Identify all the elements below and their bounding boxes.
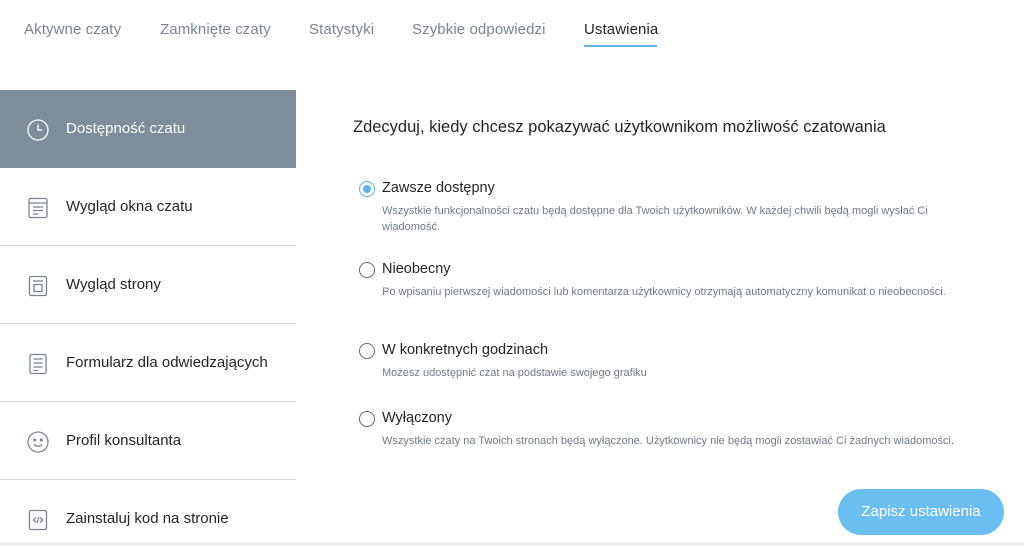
settings-content: Zdecyduj, kiedy chcesz pokazywać użytkow… xyxy=(297,90,1024,542)
settings-sidebar: Dostępność czatu Wygląd okna czatu Wyglą… xyxy=(0,90,296,558)
sidebar-item-label: Wygląd strony xyxy=(66,276,161,293)
option-description: Wszystkie funkcjonalności czatu będą dos… xyxy=(382,205,928,233)
option-label: Wyłączony xyxy=(382,410,452,426)
sidebar-item-chat-availability[interactable]: Dostępność czatu xyxy=(0,90,296,168)
radio-specific-hours[interactable] xyxy=(359,343,375,359)
option-label: Zawsze dostępny xyxy=(382,180,495,196)
sidebar-item-page-look[interactable]: Wygląd strony xyxy=(0,246,296,324)
sidebar-item-label: Wygląd okna czatu xyxy=(66,198,193,215)
sidebar-item-label: Profil konsultanta xyxy=(66,432,182,449)
option-label: Nieobecny xyxy=(382,261,451,277)
form-icon xyxy=(26,352,50,376)
top-navigation: Aktywne czaty Zamknięte czaty Statystyki… xyxy=(0,0,1024,90)
sidebar-item-visitor-form[interactable]: Formularz dla odwiedzających xyxy=(0,324,296,402)
tab-closed-chats[interactable]: Zamknięte czaty xyxy=(160,21,271,38)
clock-icon xyxy=(26,118,50,142)
tab-settings[interactable]: Ustawienia xyxy=(584,21,658,38)
bottom-divider xyxy=(0,542,1024,546)
code-icon xyxy=(26,508,50,532)
option-description: Po wpisaniu pierwszej wiadomości lub kom… xyxy=(382,286,946,298)
radio-away[interactable] xyxy=(359,262,375,278)
sidebar-item-install-code[interactable]: Zainstaluj kod na stronie xyxy=(0,480,296,558)
tab-statistics[interactable]: Statystyki xyxy=(309,21,374,38)
radio-disabled[interactable] xyxy=(359,411,375,427)
sidebar-item-label: Formularz dla odwiedzających xyxy=(66,354,268,371)
tab-quick-replies[interactable]: Szybkie odpowiedzi xyxy=(412,21,546,38)
sidebar-item-label: Zainstaluj kod na stronie xyxy=(66,510,229,527)
save-settings-button[interactable]: Zapisz ustawienia xyxy=(838,489,1004,535)
active-tab-indicator xyxy=(584,45,657,47)
chat-window-icon xyxy=(26,196,50,220)
sidebar-item-chat-window[interactable]: Wygląd okna czatu xyxy=(0,168,296,246)
section-title: Zdecyduj, kiedy chcesz pokazywać użytkow… xyxy=(353,118,886,136)
option-description: Wszystkie czaty na Twoich stronach będą … xyxy=(382,435,955,447)
option-label: W konkretnych godzinach xyxy=(382,342,549,358)
tab-active-chats[interactable]: Aktywne czaty xyxy=(24,21,121,38)
sidebar-item-consultant-profile[interactable]: Profil konsultanta xyxy=(0,402,296,480)
page-icon xyxy=(26,274,50,298)
sidebar-item-label: Dostępność czatu xyxy=(66,120,186,137)
option-description: Możesz udostępnić czat na podstawie swoj… xyxy=(382,367,647,379)
smiley-icon xyxy=(26,430,50,454)
radio-always-available[interactable] xyxy=(359,181,375,197)
